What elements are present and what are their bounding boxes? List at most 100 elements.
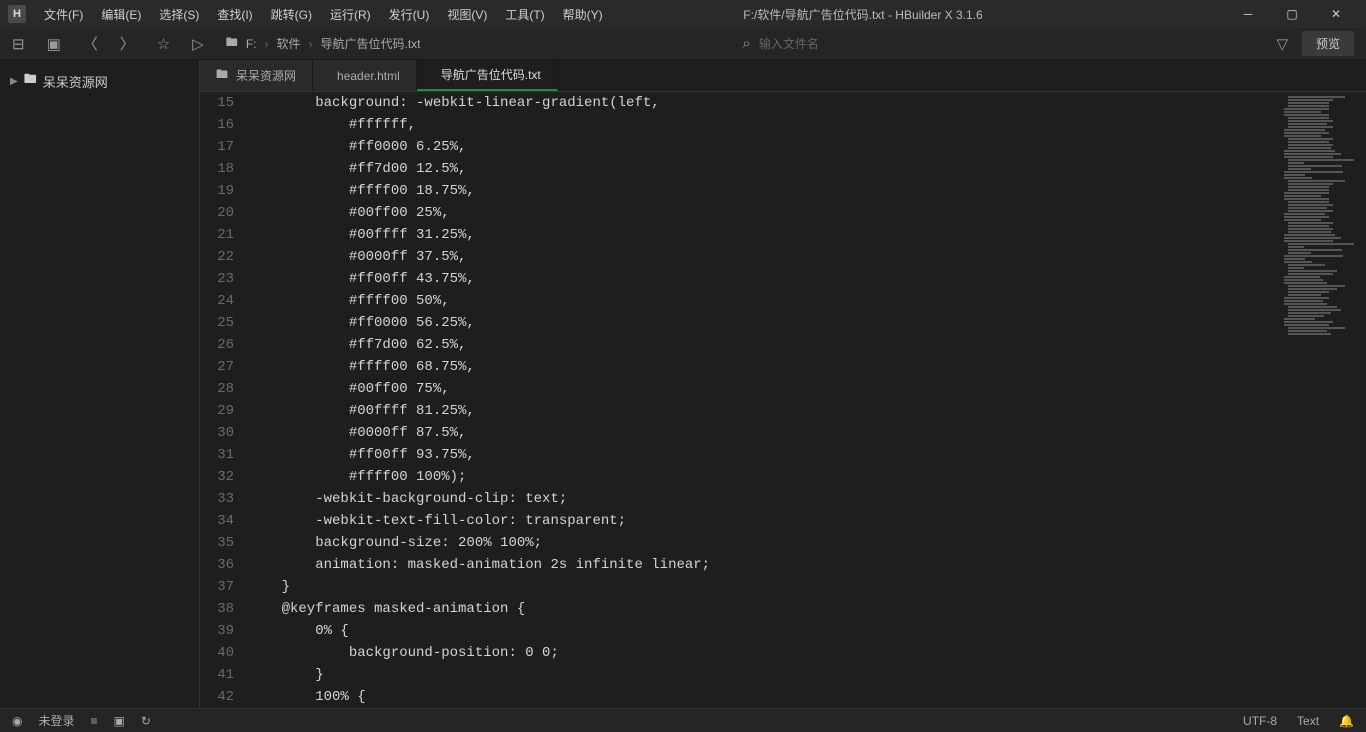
code-line: #ff00ff 93.75%, bbox=[248, 444, 1266, 466]
code-line: #00ffff 81.25%, bbox=[248, 400, 1266, 422]
nav-back-icon[interactable]: 〈 bbox=[83, 33, 98, 54]
list-icon[interactable]: ≡ bbox=[91, 714, 98, 728]
code-line: } bbox=[248, 576, 1266, 598]
code-line: background-position: 0 0; bbox=[248, 642, 1266, 664]
menu-item[interactable]: 编辑(E) bbox=[93, 3, 149, 26]
menu-item[interactable]: 运行(R) bbox=[322, 3, 379, 26]
code-content[interactable]: background: -webkit-linear-gradient(left… bbox=[248, 92, 1366, 708]
save-icon[interactable]: ▣ bbox=[47, 35, 61, 53]
line-number: 41 bbox=[200, 664, 234, 686]
minimap[interactable] bbox=[1276, 92, 1366, 708]
toggle-sidebar-icon[interactable]: ⊟ bbox=[12, 35, 25, 53]
line-number: 18 bbox=[200, 158, 234, 180]
window-title: F:/软件/导航广告位代码.txt - HBuilder X 3.1.6 bbox=[743, 6, 982, 23]
code-line: #ff00ff 43.75%, bbox=[248, 268, 1266, 290]
code-line: animation: masked-animation 2s infinite … bbox=[248, 554, 1266, 576]
login-status[interactable]: 未登录 bbox=[38, 712, 74, 729]
code-line: #ff7d00 62.5%, bbox=[248, 334, 1266, 356]
editor-tab[interactable]: header.html bbox=[313, 60, 417, 91]
code-line: 0% { bbox=[248, 620, 1266, 642]
line-gutter: 1516171819202122232425262728293031323334… bbox=[200, 92, 248, 708]
line-number: 19 bbox=[200, 180, 234, 202]
editor-area: 🖿呆呆资源网header.html导航广告位代码.txt 15161718192… bbox=[200, 60, 1366, 708]
titlebar: H 文件(F)编辑(E)选择(S)查找(I)跳转(G)运行(R)发行(U)视图(… bbox=[0, 0, 1366, 28]
maximize-button[interactable]: ▢ bbox=[1270, 0, 1314, 28]
line-number: 22 bbox=[200, 246, 234, 268]
star-icon[interactable]: ☆ bbox=[157, 35, 170, 53]
sync-icon[interactable]: ↻ bbox=[141, 714, 151, 728]
code-line: #0000ff 37.5%, bbox=[248, 246, 1266, 268]
bell-icon[interactable]: 🔔 bbox=[1339, 714, 1354, 728]
line-number: 34 bbox=[200, 510, 234, 532]
line-number: 20 bbox=[200, 202, 234, 224]
nav-forward-icon[interactable]: 〉 bbox=[120, 33, 135, 54]
chevron-right-icon: ▶ bbox=[10, 76, 18, 87]
code-line: #00ff00 75%, bbox=[248, 378, 1266, 400]
menubar: 文件(F)编辑(E)选择(S)查找(I)跳转(G)运行(R)发行(U)视图(V)… bbox=[36, 3, 611, 26]
line-number: 40 bbox=[200, 642, 234, 664]
terminal-icon[interactable]: ▣ bbox=[114, 714, 125, 728]
breadcrumb-part[interactable]: 软件 bbox=[276, 35, 300, 52]
line-number: 30 bbox=[200, 422, 234, 444]
menu-item[interactable]: 跳转(G) bbox=[263, 3, 320, 26]
code-line: #ff0000 56.25%, bbox=[248, 312, 1266, 334]
line-number: 23 bbox=[200, 268, 234, 290]
breadcrumb-sep: › bbox=[309, 37, 313, 51]
menu-item[interactable]: 发行(U) bbox=[381, 3, 438, 26]
editor-tab[interactable]: 🖿呆呆资源网 bbox=[200, 60, 313, 91]
menu-item[interactable]: 选择(S) bbox=[151, 3, 207, 26]
user-icon: ◉ bbox=[12, 714, 22, 728]
app-logo: H bbox=[8, 5, 26, 23]
breadcrumb: 🖿 F: › 软件 › 导航广告位代码.txt bbox=[226, 33, 421, 54]
code-line: -webkit-background-clip: text; bbox=[248, 488, 1266, 510]
line-number: 25 bbox=[200, 312, 234, 334]
encoding-status[interactable]: UTF-8 bbox=[1243, 714, 1277, 728]
line-number: 28 bbox=[200, 378, 234, 400]
breadcrumb-sep: › bbox=[264, 37, 268, 51]
search-icon[interactable]: ⌕ bbox=[742, 35, 750, 52]
sidebar-item-label: 呆呆资源网 bbox=[43, 72, 108, 91]
line-number: 15 bbox=[200, 92, 234, 114]
breadcrumb-part[interactable]: 导航广告位代码.txt bbox=[321, 35, 421, 52]
close-button[interactable]: ✕ bbox=[1314, 0, 1358, 28]
minimize-button[interactable]: ─ bbox=[1226, 0, 1270, 28]
line-number: 26 bbox=[200, 334, 234, 356]
code-line: @keyframes masked-animation { bbox=[248, 598, 1266, 620]
editor-tab[interactable]: 导航广告位代码.txt bbox=[417, 60, 558, 91]
menu-item[interactable]: 帮助(Y) bbox=[555, 3, 611, 26]
code-line: #ff0000 6.25%, bbox=[248, 136, 1266, 158]
code-line: #00ff00 25%, bbox=[248, 202, 1266, 224]
menu-item[interactable]: 查找(I) bbox=[209, 3, 260, 26]
search-input[interactable] bbox=[759, 37, 1219, 51]
line-number: 32 bbox=[200, 466, 234, 488]
sidebar-project-root[interactable]: ▶ 🖿 呆呆资源网 bbox=[0, 66, 199, 96]
code-line: #ffff00 50%, bbox=[248, 290, 1266, 312]
tab-label: 导航广告位代码.txt bbox=[441, 66, 541, 83]
folder-icon: 🖿 bbox=[216, 65, 228, 86]
breadcrumb-part[interactable]: F: bbox=[246, 37, 257, 51]
code-line: #ffff00 18.75%, bbox=[248, 180, 1266, 202]
main-area: ▶ 🖿 呆呆资源网 🖿呆呆资源网header.html导航广告位代码.txt 1… bbox=[0, 60, 1366, 708]
line-number: 36 bbox=[200, 554, 234, 576]
syntax-status[interactable]: Text bbox=[1297, 714, 1319, 728]
line-number: 39 bbox=[200, 620, 234, 642]
line-number: 33 bbox=[200, 488, 234, 510]
tabs: 🖿呆呆资源网header.html 导航广告位代码.txt bbox=[200, 60, 1366, 92]
code-line: } bbox=[248, 664, 1266, 686]
line-number: 27 bbox=[200, 356, 234, 378]
run-icon[interactable]: ▷ bbox=[192, 35, 204, 53]
line-number: 24 bbox=[200, 290, 234, 312]
code-line: background-size: 200% 100%; bbox=[248, 532, 1266, 554]
preview-button[interactable]: 预览 bbox=[1302, 31, 1354, 56]
folder-icon: 🖿 bbox=[226, 33, 238, 54]
window-controls: ─ ▢ ✕ bbox=[1226, 0, 1358, 28]
menu-item[interactable]: 视图(V) bbox=[439, 3, 495, 26]
menu-item[interactable]: 工具(T) bbox=[497, 3, 552, 26]
code-line: 100% { bbox=[248, 686, 1266, 708]
line-number: 42 bbox=[200, 686, 234, 708]
code-line: -webkit-text-fill-color: transparent; bbox=[248, 510, 1266, 532]
code-line: #ffff00 68.75%, bbox=[248, 356, 1266, 378]
filter-icon[interactable]: ▽ bbox=[1276, 35, 1288, 53]
code-line: #ffffff, bbox=[248, 114, 1266, 136]
menu-item[interactable]: 文件(F) bbox=[36, 3, 91, 26]
